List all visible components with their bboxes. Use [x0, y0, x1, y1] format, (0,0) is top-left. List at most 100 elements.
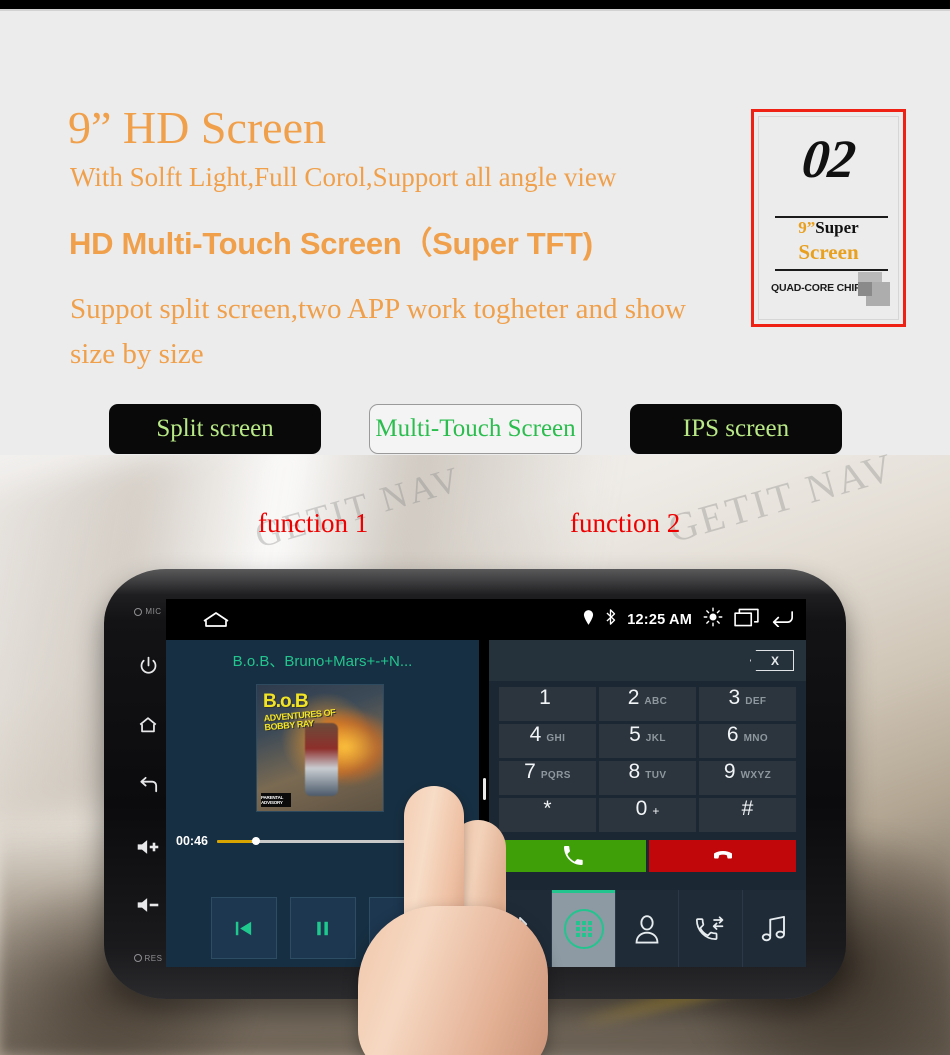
album-art-figure [304, 722, 338, 796]
chip-square-c-icon [858, 282, 872, 296]
tab-call-history[interactable] [679, 890, 743, 967]
backspace-icon: X [770, 653, 779, 668]
pill-split-screen[interactable]: Split screen [109, 404, 321, 454]
key-digit: 1 [539, 686, 551, 709]
dialpad-key-7[interactable]: 7 PQRS [499, 761, 596, 795]
key-digit: 9 [723, 760, 736, 783]
dialpad-key-9[interactable]: 9 WXYZ [699, 761, 796, 795]
seek-row: 00:46 04:29 [176, 832, 469, 850]
key-digit: 3 [728, 686, 741, 709]
statusbar-back-icon[interactable] [770, 608, 794, 632]
call-button[interactable] [499, 840, 646, 872]
bluetooth-icon [605, 609, 616, 630]
key-digit: 7 [524, 760, 536, 783]
call-transfer-icon [696, 915, 724, 940]
spec-badge: 02 9”Super Screen QUAD-CORE CHIPS [751, 109, 906, 327]
key-letters: ABC [644, 696, 668, 707]
page-title: 9” HD Screen [68, 102, 327, 153]
backspace-button[interactable]: X [750, 650, 794, 671]
callout-function-2: function 2 [570, 508, 681, 538]
pill-ips-screen[interactable]: IPS screen [630, 404, 842, 454]
statusbar-home-icon[interactable] [202, 611, 230, 633]
dialpad: 1 2 ABC 3 DEF 4 GHI 5 JKL 6 MNO 7 PQRS 8 TUV 9W… [499, 687, 796, 832]
media-controls [166, 897, 479, 959]
spec-badge-line1: 9”Super [754, 218, 903, 238]
statusbar-clock: 12:25 AM [627, 611, 692, 628]
bluetooth-icon [513, 916, 528, 941]
dialpad-key-6[interactable]: 6 MNO [699, 724, 796, 758]
key-letters: PQRS [540, 770, 571, 781]
dial-display-bar: X [489, 640, 806, 681]
spec-badge-line3: QUAD-CORE CHIPS [771, 282, 868, 294]
spec-badge-number: 02 [799, 129, 858, 189]
next-track-button[interactable] [368, 897, 435, 959]
promo-feature-body: Suppot split screen,two APP work toghete… [70, 293, 686, 370]
key-digit: # [741, 797, 754, 820]
dialpad-key-4[interactable]: 4 GHI [499, 724, 596, 758]
tab-bluetooth[interactable] [489, 890, 553, 967]
spec-badge-rule-bottom [775, 269, 888, 271]
key-digit: 0 [635, 797, 648, 820]
pill-split-screen-label: Split screen [156, 415, 274, 442]
seek-bar[interactable] [216, 837, 429, 845]
dialpad-dots [575, 920, 592, 937]
key-plus: + [652, 804, 660, 818]
tab-dialpad[interactable] [552, 890, 616, 967]
page-root: 9” HD Screen With Solft Light,Full Corol… [0, 0, 950, 1055]
top-black-bar [0, 0, 950, 9]
brightness-icon[interactable] [703, 607, 723, 632]
location-pin-icon [583, 609, 594, 630]
pill-ips-screen-label: IPS screen [682, 415, 790, 442]
tab-music[interactable] [743, 890, 806, 967]
statusbar-right-group: 12:25 AM [583, 599, 794, 640]
mic-label: MIC [145, 607, 162, 616]
dialpad-key-8[interactable]: 8 TUV [599, 761, 696, 795]
tab-contacts[interactable] [616, 890, 680, 967]
key-digit: 8 [628, 760, 641, 783]
volume-down-button[interactable] [136, 895, 160, 915]
key-letters: TUV [645, 770, 667, 781]
dialpad-key-star[interactable]: * [499, 798, 596, 832]
pause-button[interactable] [289, 897, 356, 959]
back-button[interactable] [137, 775, 160, 798]
dialpad-key-5[interactable]: 5 JKL [599, 724, 696, 758]
duration-time: 04:29 [437, 834, 469, 848]
callout-function-1: function 1 [258, 508, 369, 538]
volume-up-button[interactable] [136, 837, 160, 857]
parental-advisory-badge: PARENTAL ADVISORY [261, 793, 291, 807]
status-bar: 12:25 AM [166, 599, 806, 640]
dialpad-key-2[interactable]: 2 ABC [599, 687, 696, 721]
track-title: B.o.B、Bruno+Mars+-+N... [232, 653, 413, 670]
key-letters: GHI [546, 733, 566, 744]
call-action-row [499, 840, 796, 872]
reset-label: RES [144, 953, 163, 963]
split-screen-handle[interactable] [483, 778, 486, 800]
recents-icon[interactable] [734, 608, 759, 632]
pill-multi-touch-screen-label: Multi-Touch Screen [375, 415, 576, 442]
music-note-icon [762, 915, 786, 941]
contact-icon [635, 914, 659, 943]
key-digit: * [543, 797, 552, 820]
pill-multi-touch-screen[interactable]: Multi-Touch Screen [369, 404, 582, 454]
dialpad-key-1[interactable]: 1 [499, 687, 596, 721]
album-art: B.o.B ADVENTURES OF BOBBY RAY PARENTAL A… [256, 684, 384, 812]
seek-bar-fill [216, 839, 252, 843]
elapsed-time: 00:46 [176, 834, 208, 848]
power-button[interactable] [138, 655, 159, 676]
home-button[interactable] [137, 714, 159, 736]
music-app-pane: B.o.B、Bruno+Mars+-+N... B.o.B ADVENTURES… [166, 640, 479, 967]
seek-bar-knob[interactable] [251, 837, 260, 845]
dialpad-key-3[interactable]: 3 DEF [699, 687, 796, 721]
end-call-button[interactable] [649, 840, 796, 872]
split-screen-divider[interactable] [479, 640, 489, 967]
key-digit: 5 [629, 723, 641, 746]
promo-subheadline: With Solft Light,Full Corol,Support all … [70, 162, 617, 192]
device-screen: 12:25 AM B.o.B、Bruno+Mars+-+N... B.o.B A… [166, 599, 806, 967]
previous-track-button[interactable] [210, 897, 277, 959]
promo-copy-area: 9” HD Screen With Solft Light,Full Corol… [0, 11, 950, 466]
mic-icon: MIC [134, 607, 161, 616]
key-letters: WXYZ [740, 770, 772, 781]
dialpad-key-0[interactable]: 0 + [599, 798, 696, 832]
reset-button[interactable]: RES [133, 953, 163, 963]
dialpad-key-hash[interactable]: # [699, 798, 796, 832]
